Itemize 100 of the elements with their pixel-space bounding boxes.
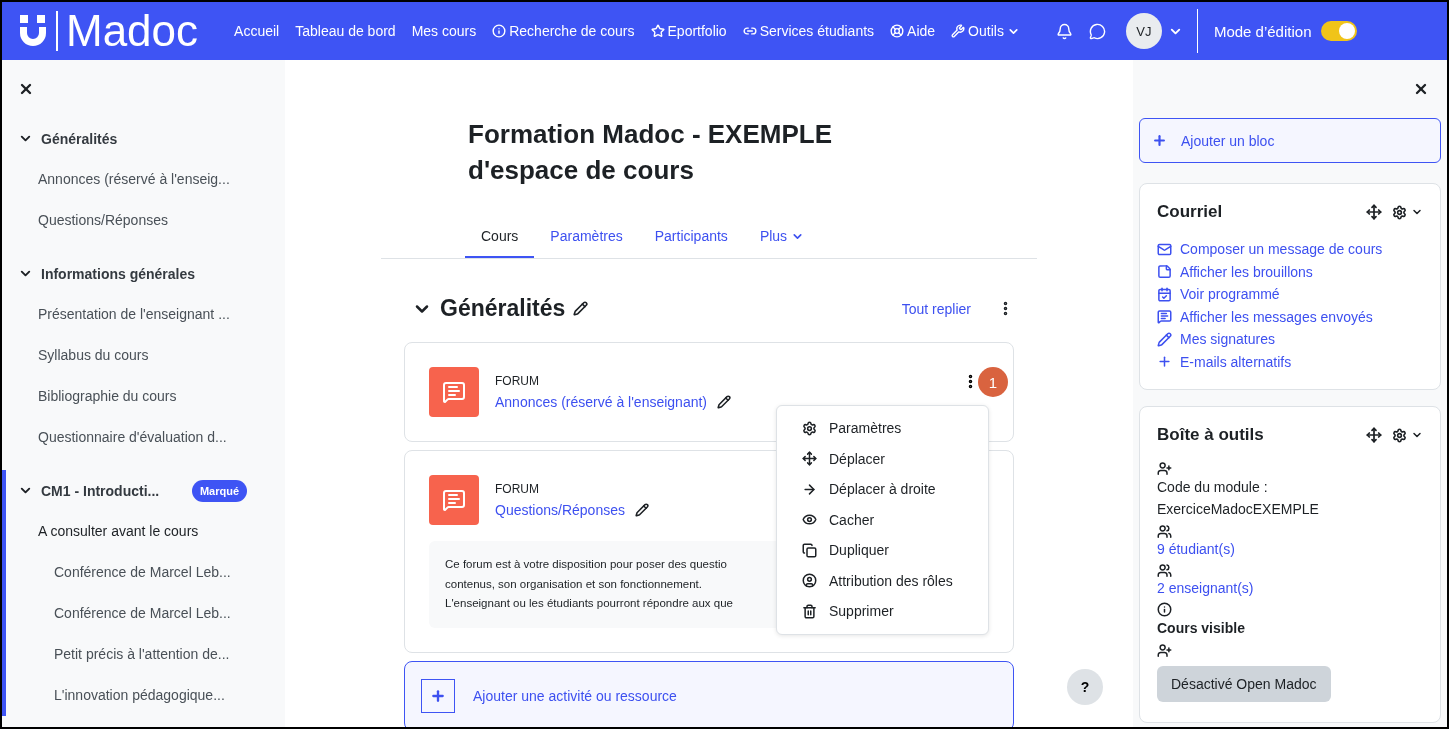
- activity-link[interactable]: Annonces (réservé à l'enseignant): [495, 393, 708, 410]
- logo-divider-icon: [56, 11, 58, 51]
- plus-icon: [430, 687, 446, 704]
- settings-icon: [802, 420, 817, 436]
- nav-link[interactable]: Outils: [951, 23, 1020, 39]
- add-block-button[interactable]: Ajouter un bloc: [1139, 118, 1441, 163]
- section-title: Généralités: [440, 295, 566, 322]
- course-index-item[interactable]: Petit précis à l'attention de...: [6, 634, 285, 675]
- nav-link[interactable]: Recherche de cours: [492, 23, 635, 39]
- logo-icon: [18, 15, 48, 47]
- course-index-item[interactable]: Annonces (réservé à l'enseig...: [6, 159, 285, 200]
- course-index-section[interactable]: CM1 - Introducti...: [41, 482, 184, 499]
- copy-icon: [802, 542, 817, 558]
- info-link[interactable]: 9 étudiant(s): [1157, 539, 1423, 559]
- course-index-section[interactable]: Informations générales: [41, 265, 285, 282]
- close-icon[interactable]: [18, 81, 34, 97]
- edit-mode-label: Mode d’édition: [1213, 22, 1312, 40]
- info-link[interactable]: 2 enseignant(s): [1157, 578, 1423, 598]
- course-index-item[interactable]: Conférence de Marcel Leb...: [6, 593, 285, 634]
- info-icon: [492, 24, 507, 38]
- menu-item[interactable]: Déplacer: [777, 443, 988, 474]
- open-madoc-button[interactable]: Désactivé Open Madoc: [1157, 666, 1331, 702]
- user-plus-icon: [1157, 643, 1172, 658]
- activity-type: FORUM: [495, 373, 540, 388]
- speech-bubble-icon: [442, 488, 466, 512]
- course-index-item[interactable]: A consulter avant le cours: [6, 511, 285, 552]
- block-link[interactable]: Afficher les messages envoyés: [1157, 305, 1423, 328]
- block-link[interactable]: E-mails alternatifs: [1157, 350, 1423, 373]
- calendar-icon: [1157, 286, 1172, 302]
- step-badge: 1: [978, 367, 1008, 397]
- course-index-item[interactable]: Questions/Réponses: [6, 200, 285, 241]
- pencil-icon[interactable]: [573, 301, 589, 316]
- help-button[interactable]: ?: [1067, 669, 1103, 705]
- course-index-item[interactable]: Syllabus du cours: [6, 335, 285, 376]
- users-icon: [1157, 563, 1172, 578]
- highlight-badge: Marqué: [191, 479, 247, 502]
- info-icon: [1157, 602, 1172, 617]
- settings-icon[interactable]: [1392, 204, 1407, 220]
- envelope-icon: [1157, 241, 1172, 257]
- menu-item[interactable]: Cacher: [777, 504, 988, 535]
- logo-text[interactable]: Madoc: [66, 9, 199, 53]
- course-tab[interactable]: Cours: [465, 216, 535, 258]
- course-index-section[interactable]: Généralités: [41, 130, 285, 147]
- block-title: Boîte à outils: [1157, 425, 1265, 445]
- nav-link[interactable]: Accueil: [234, 23, 280, 39]
- course-index-item[interactable]: Bibliographie du cours: [6, 376, 285, 417]
- add-activity-button[interactable]: Ajouter une activité ou ressource: [404, 660, 1014, 727]
- menu-item[interactable]: Attribution des rôles: [777, 565, 988, 596]
- move-icon[interactable]: [1366, 204, 1382, 220]
- block-title: Courriel: [1157, 202, 1224, 222]
- course-tab[interactable]: Paramètres: [534, 216, 639, 258]
- course-index-item[interactable]: Présentation de l'enseignant ...: [6, 294, 285, 335]
- menu-item[interactable]: Paramètres: [777, 413, 988, 444]
- link-icon: [742, 24, 757, 38]
- menu-item[interactable]: Déplacer à droite: [777, 474, 988, 505]
- info-text: Code du module :: [1157, 478, 1269, 497]
- course-index-item[interactable]: Questionnaire d'évaluation d...: [6, 417, 285, 458]
- nav-link[interactable]: Tableau de bord: [295, 23, 396, 39]
- nav-link[interactable]: Mes cours: [411, 23, 477, 39]
- info-text: Cours visible: [1157, 619, 1246, 638]
- course-index-item[interactable]: L'innovation pédagogique...: [6, 675, 285, 716]
- pencil-icon[interactable]: [717, 395, 732, 409]
- block-link[interactable]: Composer un message de cours: [1157, 238, 1423, 261]
- wrench-icon: [951, 24, 966, 38]
- plus-icon: [1157, 354, 1172, 370]
- speech-bubble-icon: [442, 380, 466, 404]
- speech-bubble-icon: [1157, 309, 1172, 325]
- info-text: ExerciceMadocEXEMPLE: [1157, 500, 1320, 519]
- edit-mode-switch[interactable]: [1321, 21, 1358, 41]
- nav-link[interactable]: Services étudiants: [742, 23, 875, 39]
- settings-icon[interactable]: [1392, 427, 1407, 443]
- user-circle-icon: [802, 573, 817, 589]
- user-avatar[interactable]: VJ: [1125, 13, 1162, 49]
- users-icon: [1157, 524, 1172, 539]
- course-tab[interactable]: Participants: [638, 216, 744, 258]
- course-index-item[interactable]: Conférence de Marcel Leb...: [6, 552, 285, 593]
- menu-item[interactable]: Supprimer: [777, 596, 988, 627]
- block-link[interactable]: Voir programmé: [1157, 283, 1423, 306]
- collapse-all-link[interactable]: Tout replier: [901, 300, 971, 317]
- block-link[interactable]: Mes signatures: [1157, 328, 1423, 351]
- star-icon: [650, 24, 665, 38]
- pencil-icon[interactable]: [634, 503, 649, 517]
- move-icon: [802, 451, 817, 467]
- move-icon[interactable]: [1366, 427, 1382, 443]
- close-icon[interactable]: [1413, 81, 1429, 97]
- activity-type: FORUM: [495, 481, 540, 496]
- course-tab[interactable]: Plus: [743, 216, 821, 258]
- note-icon: [1157, 264, 1172, 280]
- course-title: Formation Madoc - EXEMPLE d'espace de cours: [468, 118, 834, 187]
- pencil-icon: [1157, 331, 1172, 347]
- lifebuoy-icon: [890, 24, 905, 38]
- nav-link[interactable]: Aide: [890, 23, 936, 39]
- nav-link[interactable]: Eportfolio: [650, 23, 727, 39]
- trash-icon: [802, 603, 817, 619]
- plus-icon: [1152, 133, 1167, 148]
- arrow-right-icon: [802, 481, 817, 497]
- activity-link[interactable]: Questions/Réponses: [495, 501, 625, 518]
- user-plus-icon: [1157, 461, 1172, 476]
- block-link[interactable]: Afficher les brouillons: [1157, 260, 1423, 283]
- eye-icon: [802, 512, 817, 528]
